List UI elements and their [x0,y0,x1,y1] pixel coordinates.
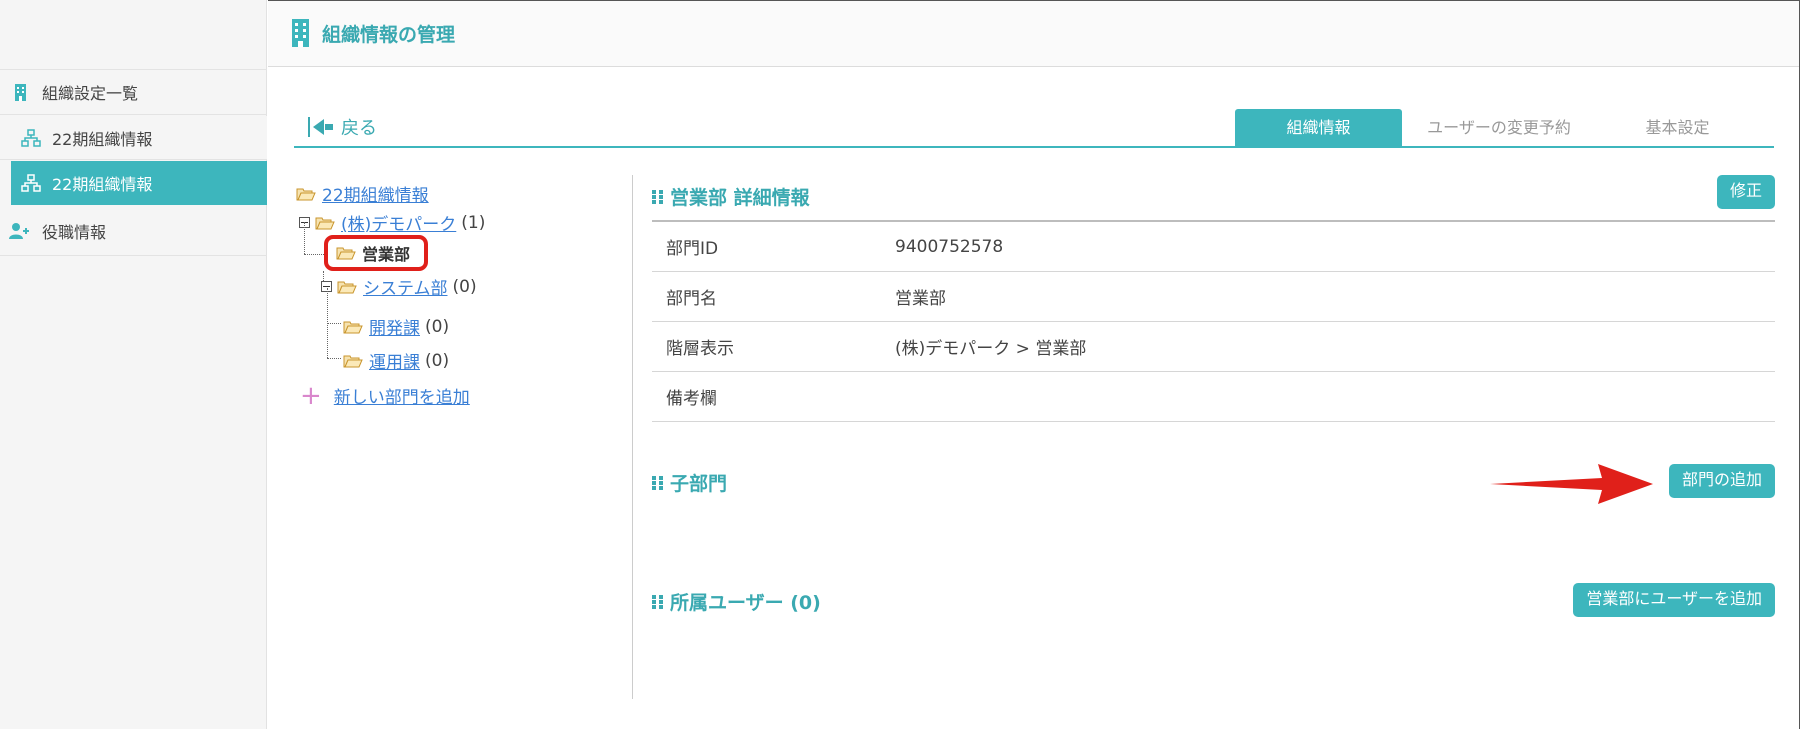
tree-link-dev[interactable]: 開発課 [369,314,420,339]
sidebar-item-org-22[interactable]: 22期組織情報 [0,116,267,160]
back-arrow-icon [308,117,310,137]
detail-key: 部門名 [666,289,717,309]
tree-link-company[interactable]: (株)デモパーク [341,210,456,235]
panel-divider [632,175,633,699]
tree-node-dev: 開発課 (0) [343,314,449,339]
tree-connector [327,358,341,359]
children-section-title: 子部門 [652,469,727,496]
sidebar-heading: 組織設定一覧 [0,69,267,115]
tree-node-system: システム部 (0) [321,274,477,299]
tree-node-ops: 運用課 (0) [343,348,449,373]
detail-row: 階層表示 (株)デモパーク > 営業部 [652,322,1775,372]
add-department-link[interactable]: + 新しい部門を追加 [300,380,470,411]
tab-basic-settings[interactable]: 基本設定 [1594,109,1761,146]
tree-selected-label: 営業部 [362,245,411,264]
sidebar-item-label: 22期組織情報 [52,175,153,194]
detail-key: 階層表示 [666,339,734,359]
tree-count: (0) [452,276,477,297]
tab-bar: 戻る 組織情報 ユーザーの変更予約 基本設定 [294,108,1774,148]
detail-table: 部門ID 9400752578 部門名 営業部 階層表示 (株)デモパーク > … [652,220,1775,422]
tree-count: (1) [461,212,486,233]
plus-icon: + [300,380,322,411]
open-folder-icon [296,188,316,200]
back-arrow-head [313,119,324,135]
add-department-label[interactable]: 新しい部門を追加 [334,383,470,408]
tree-link-ops[interactable]: 運用課 [369,348,420,373]
building-icon [15,84,26,101]
tree-count: (0) [425,350,450,371]
add-child-department-button[interactable]: 部門の追加 [1668,464,1775,498]
app-window: 組織設定一覧 22期組織情報 22期組織情報 役職情報 組織情報の管理 戻る 組… [0,0,1800,729]
org-chart-icon [21,128,41,147]
tree-link-root[interactable]: 22期組織情報 [322,181,429,206]
detail-key: 備考欄 [666,389,717,409]
open-folder-icon [337,281,357,293]
org-tree: 22期組織情報 (株)デモパーク (1) 営業部 システム部 (0) 開発課 (… [296,175,626,695]
add-user-icon [9,222,29,239]
detail-title-text: 営業部 詳細情報 [670,187,810,209]
page-header: 組織情報の管理 [268,0,1800,67]
tree-count: (0) [425,316,450,337]
detail-value: 9400752578 [895,236,1004,257]
grip-icon [652,475,663,490]
open-folder-icon [343,355,363,367]
sidebar-item-label: 役職情報 [42,222,107,242]
sidebar-item-org-22-active[interactable]: 22期組織情報 [11,161,267,205]
detail-value: 営業部 [895,289,946,309]
detail-row: 部門ID 9400752578 [652,222,1775,272]
open-folder-icon [343,321,363,333]
red-annotation-arrow-icon [1490,464,1653,504]
back-label: 戻る [341,118,377,139]
users-title-text: 所属ユーザー (0) [670,592,821,614]
org-chart-icon [21,174,41,192]
open-folder-icon [315,217,335,229]
detail-value: (株)デモパーク > 営業部 [895,339,1087,359]
tree-link-system[interactable]: システム部 [363,274,448,299]
grip-icon [652,189,663,204]
grip-icon [652,594,663,609]
detail-section-title: 営業部 詳細情報 [652,183,810,210]
tree-connector [304,254,324,255]
edit-button[interactable]: 修正 [1716,175,1775,209]
sidebar-heading-label: 組織設定一覧 [42,84,139,103]
building-icon [292,19,309,47]
add-user-to-department-button[interactable]: 営業部にユーザーを追加 [1573,583,1775,617]
tree-connector [304,222,305,254]
sidebar-item-label: 22期組織情報 [52,129,153,149]
tree-node-company: (株)デモパーク (1) [299,210,485,235]
back-button[interactable]: 戻る [308,114,377,140]
tree-node-selected-sales[interactable]: 営業部 [324,235,428,271]
sidebar-top-spacer [0,0,266,68]
back-arrow-stem [325,124,333,130]
window-border-top [268,0,1800,1]
detail-key: 部門ID [666,239,719,259]
tree-node-root: 22期組織情報 [296,181,429,206]
detail-row: 備考欄 [652,372,1775,422]
children-title-text: 子部門 [670,473,728,495]
open-folder-icon [336,247,356,260]
tab-org-info[interactable]: 組織情報 [1235,109,1402,146]
users-section-title: 所属ユーザー (0) [652,588,821,615]
page-title: 組織情報の管理 [322,23,456,46]
sidebar-item-roles[interactable]: 役職情報 [0,206,267,256]
sidebar: 組織設定一覧 22期組織情報 22期組織情報 役職情報 [0,0,267,729]
tab-user-change-reservation[interactable]: ユーザーの変更予約 [1409,109,1589,146]
detail-row: 部門名 営業部 [652,272,1775,322]
tree-connector [327,323,341,324]
